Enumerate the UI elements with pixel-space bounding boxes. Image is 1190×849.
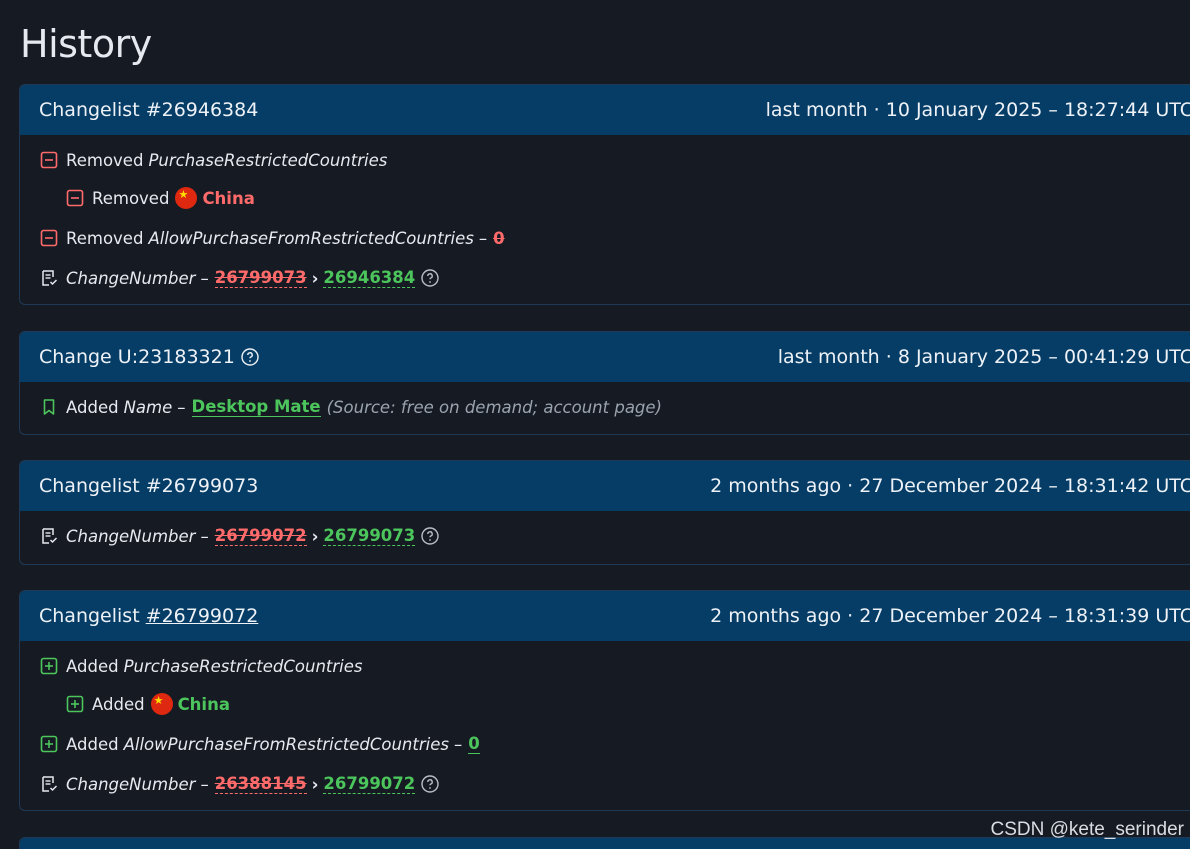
minus-square-icon [66, 189, 84, 207]
change-action: Added [66, 656, 119, 676]
arrow-separator: › [311, 268, 319, 288]
arrow-separator: › [311, 526, 319, 546]
change-row: Added PurchaseRestrictedCountries [40, 647, 1190, 685]
card-header: Changelist #26799073 2 months ago · 27 D… [20, 461, 1190, 511]
change-row: Added AllowPurchaseFromRestrictedCountri… [40, 723, 1190, 765]
change-row: Added Name – Desktop Mate (Source: free … [40, 388, 1190, 426]
change-row: ChangeNumber – 26799072 › 26799073 [40, 517, 1190, 555]
change-action: Added [92, 694, 145, 714]
country-name: China [202, 188, 255, 208]
change-key: ChangeNumber [66, 268, 196, 288]
watermark: CSDN @kete_serinder [990, 819, 1184, 840]
change-key: Name [123, 397, 173, 417]
page: History Changelist #26946384 last month … [0, 0, 1190, 849]
card-header: Changelist #26799072 2 months ago · 27 D… [20, 591, 1190, 641]
changelist-doc-icon [42, 528, 58, 544]
new-value: Desktop Mate [191, 397, 321, 417]
dash: – [453, 734, 463, 754]
china-flag-icon [150, 693, 173, 715]
bookmark-icon [43, 399, 55, 415]
old-changenumber[interactable]: 26388145 [214, 774, 307, 794]
change-row: Removed PurchaseRestrictedCountries [40, 141, 1190, 179]
change-action: Added [66, 397, 119, 417]
card-title[interactable]: Change U:23183321 [39, 346, 235, 368]
history-card-3: Changelist #26799073 2 months ago · 27 D… [19, 460, 1190, 565]
change-key: PurchaseRestrictedCountries [123, 656, 363, 676]
change-row: ChangeNumber – 26799073 › 26946384 [40, 259, 1190, 297]
change-row: Removed AllowPurchaseFromRestrictedCount… [40, 217, 1190, 259]
change-key: ChangeNumber [66, 774, 196, 794]
plus-square-icon [66, 695, 84, 713]
card-title[interactable]: Changelist #26946384 [39, 99, 258, 121]
plus-square-icon [40, 657, 58, 675]
card-header: Change U:23183321 last month · 8 January… [20, 332, 1190, 382]
page-title: History [20, 22, 152, 66]
source-note: (Source: free on demand; account page) [326, 397, 662, 417]
card-title-link[interactable]: #26799072 [146, 605, 259, 627]
change-action: Added [66, 734, 119, 754]
dash: – [200, 526, 209, 546]
country-name: China [177, 694, 230, 714]
change-row: Removed China [40, 179, 1190, 217]
card-timestamp: last month · 8 January 2025 – 00:41:29 U… [777, 346, 1190, 368]
change-row: Added China [40, 685, 1190, 723]
card-title[interactable]: Changelist #26799073 [39, 475, 258, 497]
changelist-doc-icon [42, 270, 58, 286]
change-action: Removed [92, 188, 170, 208]
card-title-prefix: Changelist [39, 605, 140, 627]
help-circle-icon[interactable] [421, 269, 439, 287]
help-circle-icon[interactable] [421, 775, 439, 793]
minus-square-icon [40, 151, 58, 169]
history-card-1: Changelist #26946384 last month · 10 Jan… [19, 84, 1190, 305]
dash: – [478, 228, 488, 248]
dash: – [200, 774, 209, 794]
new-changenumber[interactable]: 26799072 [323, 774, 416, 794]
change-action: Removed [66, 228, 144, 248]
dash: – [200, 268, 209, 288]
china-flag-icon [175, 187, 198, 209]
new-changenumber[interactable]: 26799073 [323, 526, 416, 546]
change-action: Removed [66, 150, 144, 170]
card-timestamp: 2 months ago · 27 December 2024 – 18:31:… [710, 605, 1190, 627]
change-key: AllowPurchaseFromRestrictedCountries [123, 734, 449, 754]
change-key: PurchaseRestrictedCountries [148, 150, 388, 170]
change-row: ChangeNumber – 26388145 › 26799072 [40, 765, 1190, 803]
plus-square-icon [40, 735, 58, 753]
card-timestamp: last month · 10 January 2025 – 18:27:44 … [765, 99, 1190, 121]
help-circle-icon[interactable] [241, 348, 259, 366]
history-card-2: Change U:23183321 last month · 8 January… [19, 331, 1190, 435]
card-header: Changelist #26946384 last month · 10 Jan… [20, 85, 1190, 135]
minus-square-icon [40, 229, 58, 247]
arrow-separator: › [311, 774, 319, 794]
new-changenumber[interactable]: 26946384 [323, 268, 416, 288]
help-circle-icon[interactable] [421, 527, 439, 545]
change-key: AllowPurchaseFromRestrictedCountries [148, 228, 474, 248]
card-timestamp: 2 months ago · 27 December 2024 – 18:31:… [710, 475, 1190, 497]
dash: – [177, 397, 186, 417]
changelist-doc-icon [42, 776, 58, 792]
new-value: 0 [468, 734, 480, 754]
old-changenumber[interactable]: 26799072 [214, 526, 307, 546]
old-changenumber[interactable]: 26799073 [214, 268, 307, 288]
history-card-4: Changelist #26799072 2 months ago · 27 D… [19, 590, 1190, 811]
change-key: ChangeNumber [66, 526, 196, 546]
old-value: 0 [493, 228, 505, 248]
